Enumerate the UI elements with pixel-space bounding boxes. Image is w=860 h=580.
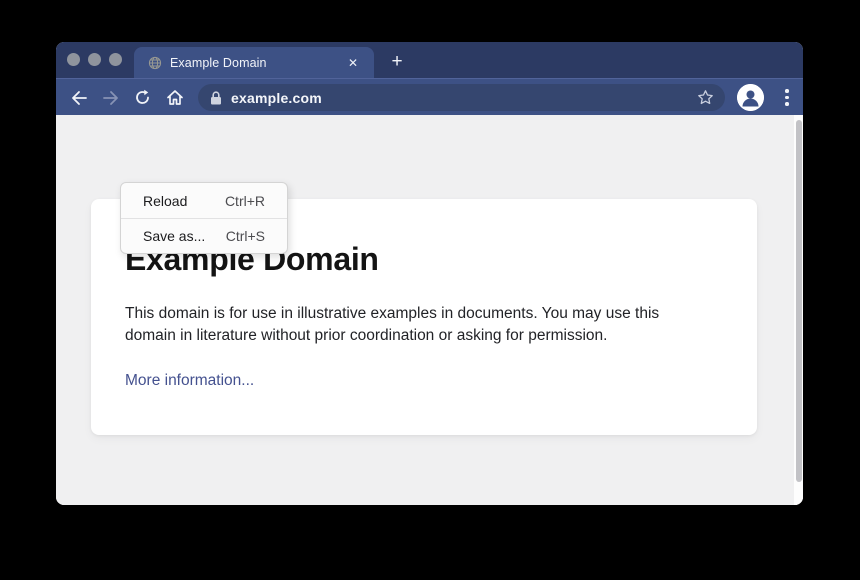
menu-item-label: Save as... (143, 228, 205, 244)
url-text[interactable]: example.com (231, 90, 697, 106)
tab-close-icon[interactable]: ✕ (344, 54, 362, 72)
browser-menu-icon[interactable] (777, 84, 797, 111)
scrollbar-thumb[interactable] (796, 120, 802, 482)
page-viewport: Example Domain This domain is for use in… (56, 115, 803, 505)
page-paragraph: This domain is for use in illustrative e… (125, 303, 711, 348)
reload-icon[interactable] (129, 84, 156, 111)
desktop-background: Example Domain ✕ + (0, 0, 860, 580)
context-menu-item-reload[interactable]: Reload Ctrl+R (121, 183, 287, 218)
new-tab-icon[interactable]: + (386, 51, 408, 73)
context-menu-item-save-as[interactable]: Save as... Ctrl+S (121, 218, 287, 253)
browser-window: Example Domain ✕ + (56, 42, 803, 505)
forward-icon[interactable] (97, 84, 124, 111)
back-icon[interactable] (65, 84, 92, 111)
window-close-button[interactable] (67, 53, 80, 66)
window-zoom-button[interactable] (109, 53, 122, 66)
browser-toolbar: example.com (56, 78, 803, 115)
context-menu: Reload Ctrl+R Save as... Ctrl+S (120, 182, 288, 254)
lock-icon[interactable] (210, 91, 222, 105)
menu-item-shortcut: Ctrl+S (226, 228, 265, 244)
bookmark-star-icon[interactable] (697, 89, 714, 106)
tab-example-domain[interactable]: Example Domain ✕ (134, 47, 374, 78)
address-bar[interactable]: example.com (198, 84, 725, 111)
tab-title: Example Domain (170, 56, 344, 70)
title-bar: Example Domain ✕ + (56, 42, 803, 78)
home-icon[interactable] (161, 84, 188, 111)
window-minimize-button[interactable] (88, 53, 101, 66)
window-controls (67, 53, 122, 66)
menu-item-label: Reload (143, 193, 187, 209)
menu-item-shortcut: Ctrl+R (225, 193, 265, 209)
profile-avatar-icon[interactable] (737, 84, 764, 111)
globe-favicon-icon (148, 56, 162, 70)
more-information-link[interactable]: More information... (125, 372, 254, 390)
vertical-scrollbar[interactable] (794, 115, 803, 505)
